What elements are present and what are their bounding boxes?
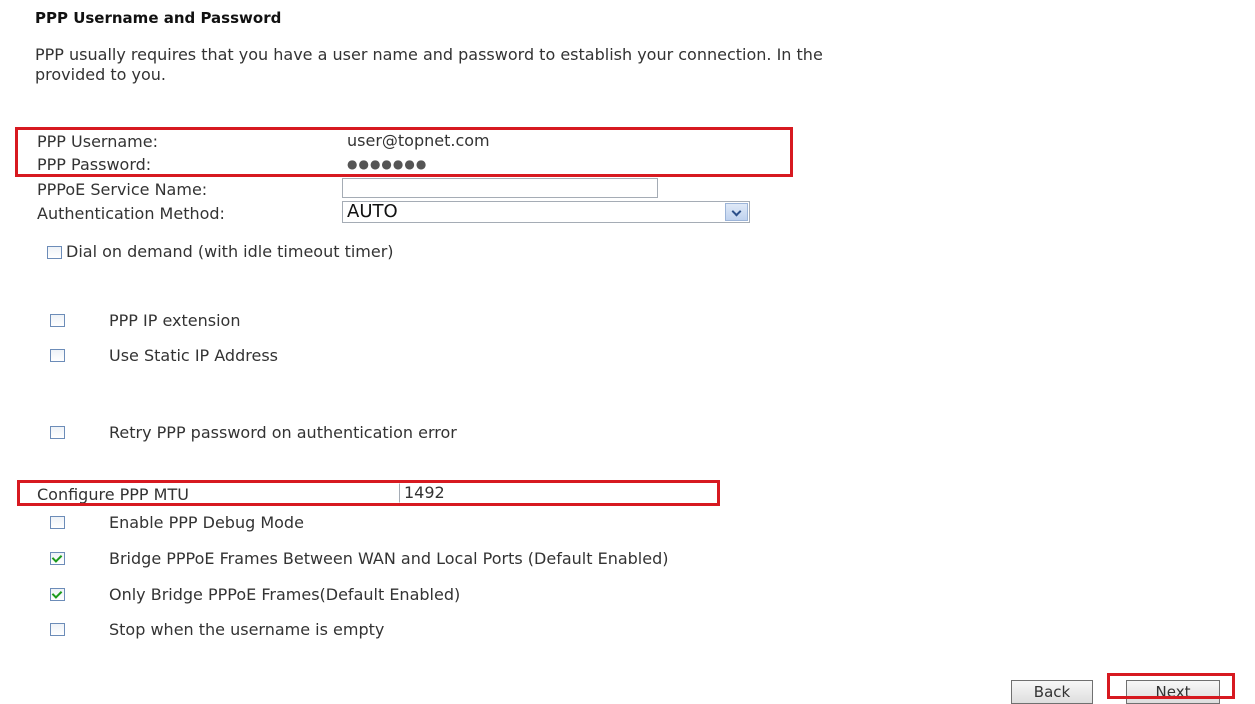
stop-empty-label: Stop when the username is empty bbox=[109, 620, 385, 639]
bridge-frames-label: Bridge PPPoE Frames Between WAN and Loca… bbox=[109, 549, 669, 568]
ppp-ip-extension-checkbox[interactable] bbox=[50, 314, 65, 327]
highlight-box-credentials bbox=[15, 127, 793, 177]
highlight-box-mtu bbox=[17, 480, 720, 506]
page-title: PPP Username and Password bbox=[35, 9, 282, 27]
auth-method-select[interactable]: AUTO bbox=[342, 201, 750, 223]
ppp-ip-extension-label: PPP IP extension bbox=[109, 311, 241, 330]
page-description: PPP usually requires that you have a use… bbox=[35, 45, 823, 85]
debug-mode-label: Enable PPP Debug Mode bbox=[109, 513, 304, 532]
dial-on-demand-label: Dial on demand (with idle timeout timer) bbox=[66, 242, 394, 261]
static-ip-checkbox[interactable] bbox=[50, 349, 65, 362]
auth-method-label: Authentication Method: bbox=[37, 204, 225, 223]
debug-mode-checkbox[interactable] bbox=[50, 516, 65, 529]
bridge-frames-checkbox[interactable] bbox=[50, 552, 65, 565]
description-line-2: provided to you. bbox=[35, 65, 166, 84]
auth-method-value: AUTO bbox=[347, 201, 398, 222]
chevron-down-icon[interactable] bbox=[725, 203, 748, 221]
stop-empty-checkbox[interactable] bbox=[50, 623, 65, 636]
static-ip-label: Use Static IP Address bbox=[109, 346, 278, 365]
only-bridge-label: Only Bridge PPPoE Frames(Default Enabled… bbox=[109, 585, 461, 604]
service-name-label: PPPoE Service Name: bbox=[37, 180, 208, 199]
highlight-box-next bbox=[1107, 673, 1235, 699]
back-button[interactable]: Back bbox=[1011, 680, 1093, 704]
dial-on-demand-checkbox[interactable] bbox=[47, 246, 62, 259]
description-line-1: PPP usually requires that you have a use… bbox=[35, 45, 823, 64]
retry-password-checkbox[interactable] bbox=[50, 426, 65, 439]
retry-password-label: Retry PPP password on authentication err… bbox=[109, 423, 457, 442]
only-bridge-checkbox[interactable] bbox=[50, 588, 65, 601]
service-name-field[interactable] bbox=[342, 178, 658, 198]
